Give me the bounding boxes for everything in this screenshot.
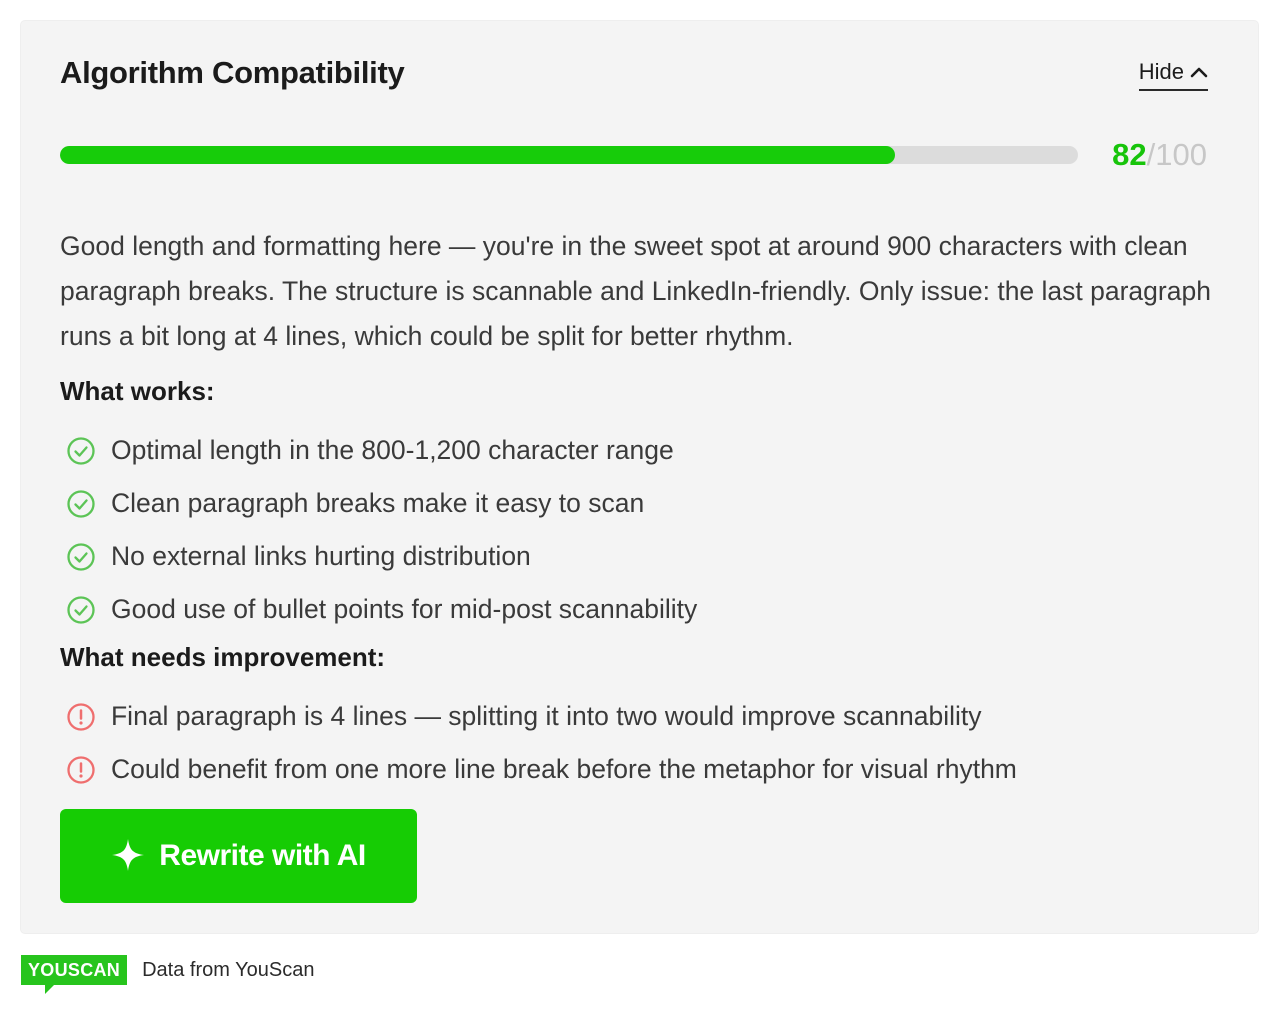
rewrite-with-ai-button[interactable]: Rewrite with AI <box>60 809 417 903</box>
works-item-text: No external links hurting distribution <box>111 541 531 571</box>
works-item-text: Clean paragraph breaks make it easy to s… <box>111 488 645 518</box>
chevron-up-icon <box>1190 66 1208 78</box>
hide-label: Hide <box>1138 59 1184 84</box>
check-circle-icon <box>65 541 97 573</box>
improvement-item-text: Could benefit from one more line break b… <box>111 754 1017 784</box>
score-value: 82 <box>1112 137 1147 172</box>
footer-text: Data from YouScan <box>142 958 315 981</box>
score-max: /100 <box>1146 137 1207 172</box>
footer: YOUSCAN Data from YouScan <box>21 955 315 994</box>
improvement-item: Could benefit from one more line break b… <box>65 743 1017 796</box>
works-item: No external links hurting distribution <box>65 530 697 583</box>
summary-text: Good length and formatting here — you're… <box>60 231 1211 351</box>
page: Algorithm Compatibility Hide 82/100 Good… <box>0 0 1280 1015</box>
improvements-heading: What needs improvement: <box>60 642 386 672</box>
works-item-text: Optimal length in the 800-1,200 characte… <box>111 435 674 465</box>
rewrite-button-label: Rewrite with AI <box>159 839 366 872</box>
what-works-list: Optimal length in the 800-1,200 characte… <box>65 424 697 636</box>
what-works-heading: What works: <box>60 376 215 406</box>
works-item: Optimal length in the 800-1,200 characte… <box>65 424 697 477</box>
logo-text: YOUSCAN <box>28 960 121 980</box>
improvement-item: Final paragraph is 4 lines — splitting i… <box>65 690 1017 743</box>
sparkle-icon <box>111 838 145 875</box>
algorithm-compatibility-card: Algorithm Compatibility Hide 82/100 Good… <box>21 21 1258 933</box>
improvements-list: Final paragraph is 4 lines — splitting i… <box>65 690 1017 796</box>
check-circle-icon <box>65 435 97 467</box>
hide-button[interactable]: Hide <box>1138 59 1208 91</box>
card-title: Algorithm Compatibility <box>60 55 405 90</box>
score-progress-fill <box>60 146 895 164</box>
works-item-text: Good use of bullet points for mid-post s… <box>111 594 698 624</box>
check-circle-icon <box>65 594 97 626</box>
improvement-item-text: Final paragraph is 4 lines — splitting i… <box>111 701 982 731</box>
alert-circle-icon <box>65 754 97 786</box>
youscan-logo: YOUSCAN <box>21 955 128 994</box>
score-display: 82/100 <box>1112 137 1207 173</box>
score-row: 82/100 <box>60 137 1207 173</box>
check-circle-icon <box>65 488 97 520</box>
alert-circle-icon <box>65 701 97 733</box>
works-item: Good use of bullet points for mid-post s… <box>65 583 697 636</box>
works-item: Clean paragraph breaks make it easy to s… <box>65 477 697 530</box>
score-progress-bar <box>60 146 1078 164</box>
